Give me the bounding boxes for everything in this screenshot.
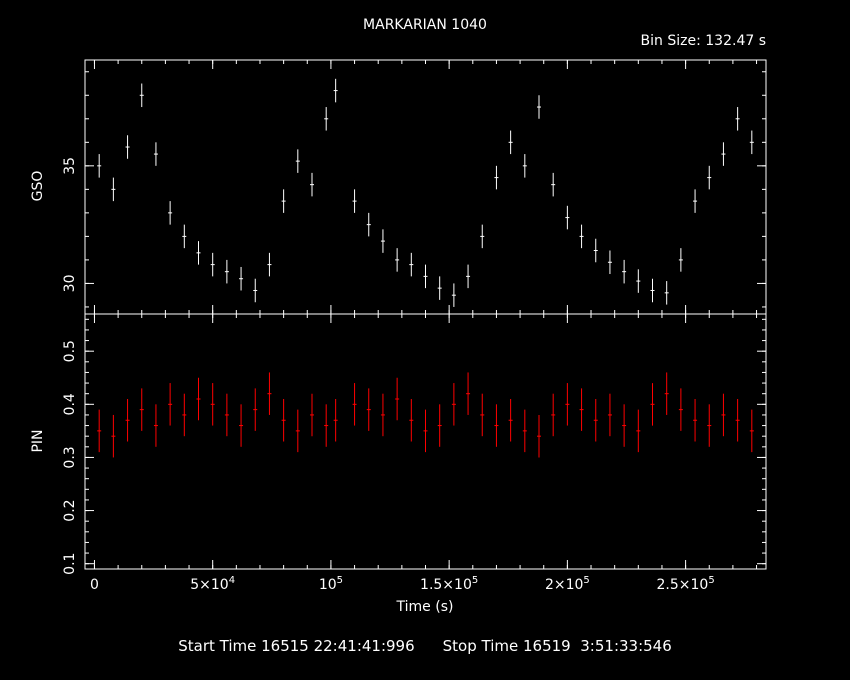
y-axis-label-pin: PIN [30,429,46,452]
y-tick-label: 0.3 [62,446,78,468]
gso-panel: 30 35 [62,59,767,315]
bin-size-label: Bin Size: 132.47 s [641,33,766,49]
x-tick-label: 1.5×105 [420,575,478,593]
start-time-label: Start Time 16515 22:41:41:996 [178,637,415,655]
y-tick-label: 0.4 [62,393,78,415]
x-tick-label: 2.5×105 [657,575,715,593]
pin-panel: 0.1 0.2 0.3 0.4 0.5 [62,313,767,575]
y-tick-label: 0.2 [62,499,78,521]
y-tick-label: 0.5 [62,340,78,362]
stop-time-label: Stop Time 16519 3:51:33:546 [442,637,672,655]
x-tick-label: 5×104 [190,575,235,593]
chart-title: MARKARIAN 1040 [363,17,487,33]
y-tick-label: 30 [62,275,78,293]
y-tick-label: 35 [62,157,78,175]
y-axis-label-gso: GSO [30,171,46,202]
x-axis: 0 5×104 105 1.5×105 2×105 2.5×105 [90,575,715,593]
x-tick-label: 105 [319,575,343,593]
light-curve-plot: MARKARIAN 1040 Bin Size: 132.47 s 30 35 0… [30,17,767,615]
time-range-footer: Start Time 16515 22:41:41:996 Stop Time 1… [0,637,850,655]
x-tick-label: 0 [90,577,99,593]
x-tick-label: 2×105 [545,575,590,593]
y-tick-label: 0.1 [62,553,78,575]
x-axis-label: Time (s) [396,599,454,615]
